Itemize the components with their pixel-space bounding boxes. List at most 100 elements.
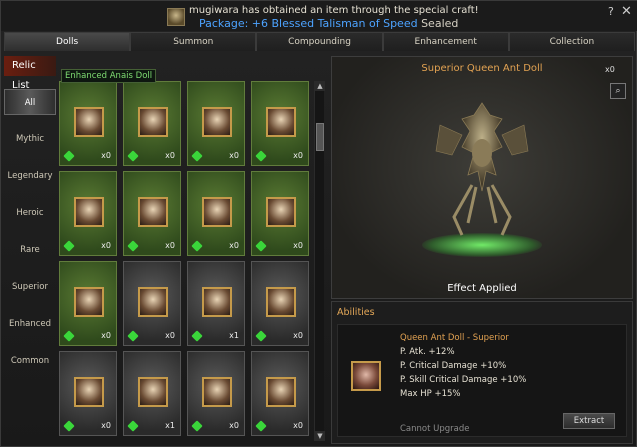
green-gem-icon [191,240,203,252]
queen-ant-model [435,102,529,236]
green-gem-icon [127,150,139,162]
doll-card[interactable]: x0 [251,351,309,436]
doll-card[interactable]: x0 [59,351,117,436]
doll-card[interactable]: x0 [59,81,117,166]
scroll-up-arrow-icon[interactable]: ▲ [315,81,325,91]
doll-card[interactable]: x1 [187,261,245,346]
green-gem-icon [255,420,267,432]
doll-portrait-icon [266,287,296,317]
abilities-box: Queen Ant Doll - Superior P. Atk. +12% P… [337,324,627,437]
doll-card[interactable]: x0 [59,171,117,256]
green-gem-icon [127,240,139,252]
main-tabs: Dolls Summon Compounding Enhancement Col… [4,32,636,51]
category-mythic[interactable]: Mythic [4,126,56,152]
doll-card[interactable]: x0 [123,261,181,346]
green-gem-icon [127,420,139,432]
doll-count: x0 [101,331,111,340]
doll-count: x0 [101,241,111,250]
scroll-thumb[interactable] [316,123,324,151]
title-bar: mugiwara has obtained an item through th… [1,1,637,31]
abilities-title: Abilities [337,307,375,318]
category-common[interactable]: Common [4,348,56,374]
green-gem-icon [63,240,75,252]
doll-card[interactable]: x0 [187,171,245,256]
green-gem-icon [63,330,75,342]
doll-count: x1 [165,421,175,430]
doll-card[interactable]: x0 [59,261,117,346]
doll-portrait-icon [74,107,104,137]
category-all[interactable]: All [4,89,56,115]
doll-count: x0 [229,241,239,250]
doll-name-title: Superior Queen Ant Doll [421,63,543,74]
doll-count: x0 [229,421,239,430]
doll-count: x1 [229,331,239,340]
close-button[interactable]: ✕ [621,4,633,19]
doll-portrait-icon [266,377,296,407]
stat-p-skill-crit-damage: P. Skill Critical Damage +10% [400,375,527,385]
doll-count: x0 [165,151,175,160]
ability-doll-name: Queen Ant Doll - Superior [400,333,509,343]
doll-count: x0 [229,151,239,160]
stat-p-crit-damage: P. Critical Damage +10% [400,361,507,371]
tab-dolls[interactable]: Dolls [4,32,131,51]
doll-count: x0 [101,421,111,430]
tab-summon[interactable]: Summon [130,32,257,51]
help-button[interactable]: ? [608,5,618,18]
green-gem-icon [191,330,203,342]
doll-count: x0 [165,241,175,250]
green-gem-icon [191,150,203,162]
doll-count: x0 [293,331,303,340]
doll-portrait-icon [266,107,296,137]
extract-button[interactable]: Extract [563,413,615,429]
doll-card[interactable]: x0 [251,261,309,346]
green-gem-icon [255,240,267,252]
doll-count: x0 [293,151,303,160]
zoom-search-icon[interactable]: ⌕ [610,83,626,99]
doll-portrait-icon [74,377,104,407]
green-gem-icon [191,420,203,432]
owned-count: x0 [605,65,615,74]
relic-list-title: Relic List [4,56,56,91]
doll-detail-panel: Superior Queen Ant Doll x0 ⌕ Effect Appl… [331,56,633,299]
doll-card[interactable]: x0 [123,81,181,166]
notice-item-status: Sealed [417,17,459,30]
category-legendary[interactable]: Legendary [4,163,56,189]
abilities-panel: Abilities Queen Ant Doll - Superior P. A… [331,301,633,444]
category-heroic[interactable]: Heroic [4,200,56,226]
doll-card[interactable]: x0 [251,81,309,166]
green-gem-icon [255,330,267,342]
doll-card[interactable]: x0 [187,81,245,166]
doll-card[interactable]: x0 [123,171,181,256]
ability-doll-portrait [351,361,381,391]
category-superior[interactable]: Superior [4,274,56,300]
tab-collection[interactable]: Collection [508,32,636,51]
doll-count: x0 [101,151,111,160]
green-gem-icon [63,150,75,162]
relic-category-list: All Mythic Legendary Heroic Rare Superio… [4,89,56,385]
doll-portrait-icon [202,197,232,227]
category-rare[interactable]: Rare [4,237,56,263]
tab-enhancement[interactable]: Enhancement [382,32,509,51]
doll-card[interactable]: x1 [123,351,181,436]
effect-applied-label: Effect Applied [447,283,517,294]
green-gem-icon [63,420,75,432]
system-notice-line2: Package: +6 Blessed Talisman of Speed Se… [199,17,458,30]
cannot-upgrade-label: Cannot Upgrade [400,424,470,434]
grid-scrollbar[interactable]: ▲ ▼ [314,81,325,441]
doll-portrait-icon [266,197,296,227]
doll-card[interactable]: x0 [187,351,245,436]
tab-compounding[interactable]: Compounding [256,32,383,51]
doll-portrait-icon [138,197,168,227]
scroll-down-arrow-icon[interactable]: ▼ [315,431,325,441]
item-notice-icon [167,8,185,26]
doll-tooltip: Enhanced Anais Doll [61,69,157,83]
doll-portrait-icon [138,107,168,137]
doll-portrait-icon [202,287,232,317]
doll-collection-window: mugiwara has obtained an item through th… [0,0,637,447]
category-enhanced[interactable]: Enhanced [4,311,56,337]
doll-portrait-icon [138,287,168,317]
doll-count: x0 [165,331,175,340]
stat-max-hp: Max HP +15% [400,389,461,399]
doll-card[interactable]: x0 [251,171,309,256]
green-gem-icon [127,330,139,342]
